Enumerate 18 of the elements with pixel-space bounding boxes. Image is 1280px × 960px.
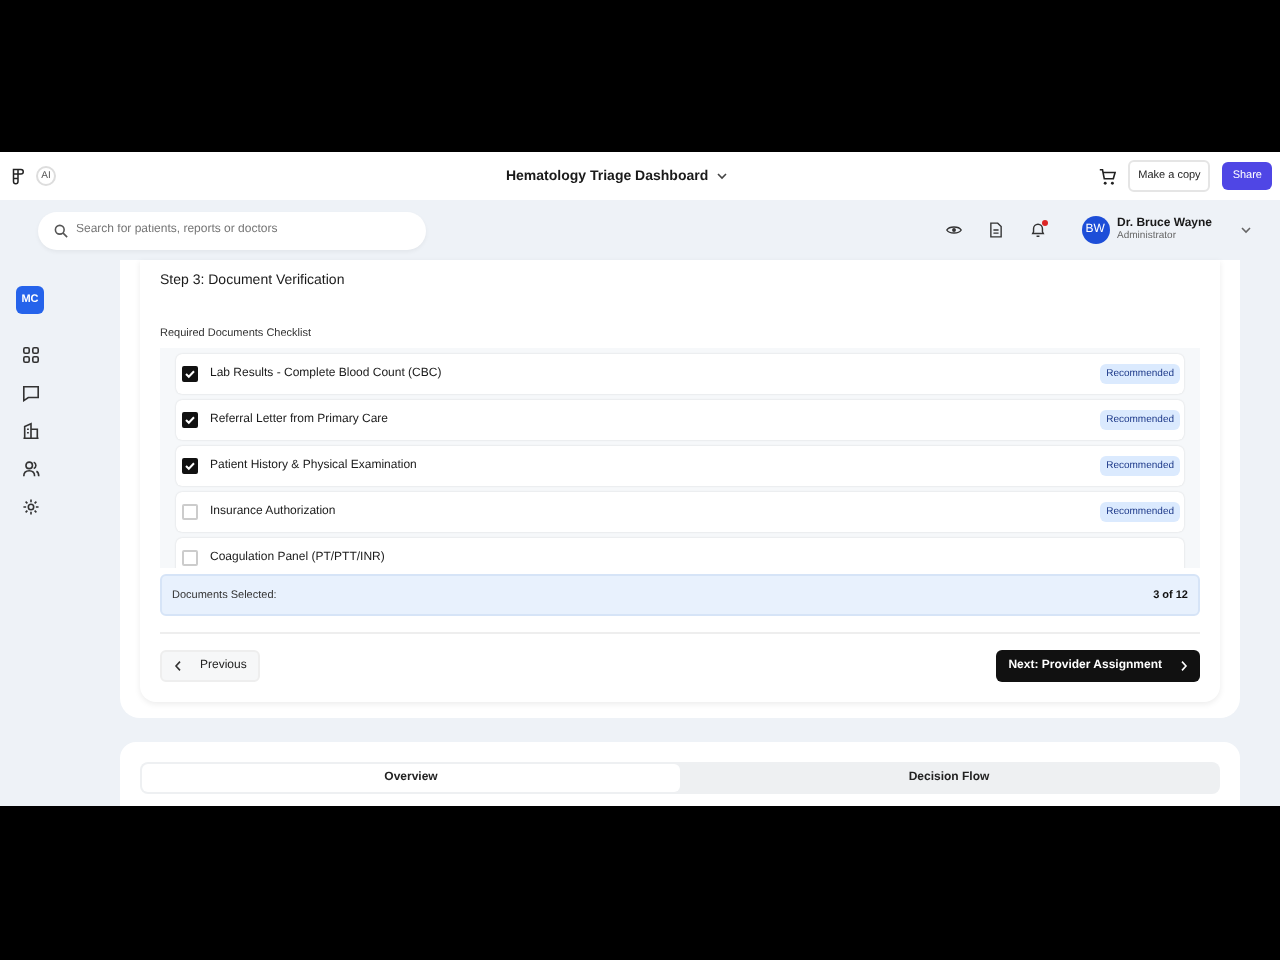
settings-icon[interactable] bbox=[22, 498, 40, 516]
logo-icon[interactable] bbox=[12, 167, 24, 185]
building-icon[interactable] bbox=[22, 422, 40, 440]
chevron-left-icon bbox=[174, 660, 182, 672]
checkbox[interactable] bbox=[182, 412, 198, 428]
checkbox[interactable] bbox=[182, 458, 198, 474]
chevron-right-icon bbox=[1180, 660, 1188, 672]
grid-icon[interactable] bbox=[22, 346, 40, 364]
search-icon bbox=[54, 223, 68, 237]
checkbox[interactable] bbox=[182, 366, 198, 382]
bell-icon[interactable] bbox=[1029, 222, 1046, 238]
users-icon[interactable] bbox=[22, 460, 40, 478]
eye-icon[interactable] bbox=[945, 224, 962, 236]
document-icon[interactable] bbox=[989, 222, 1002, 238]
chat-icon[interactable] bbox=[22, 384, 40, 402]
cart-icon[interactable] bbox=[1098, 167, 1117, 185]
chevron-down-icon[interactable] bbox=[716, 172, 729, 180]
chevron-down-icon[interactable] bbox=[1240, 226, 1252, 234]
